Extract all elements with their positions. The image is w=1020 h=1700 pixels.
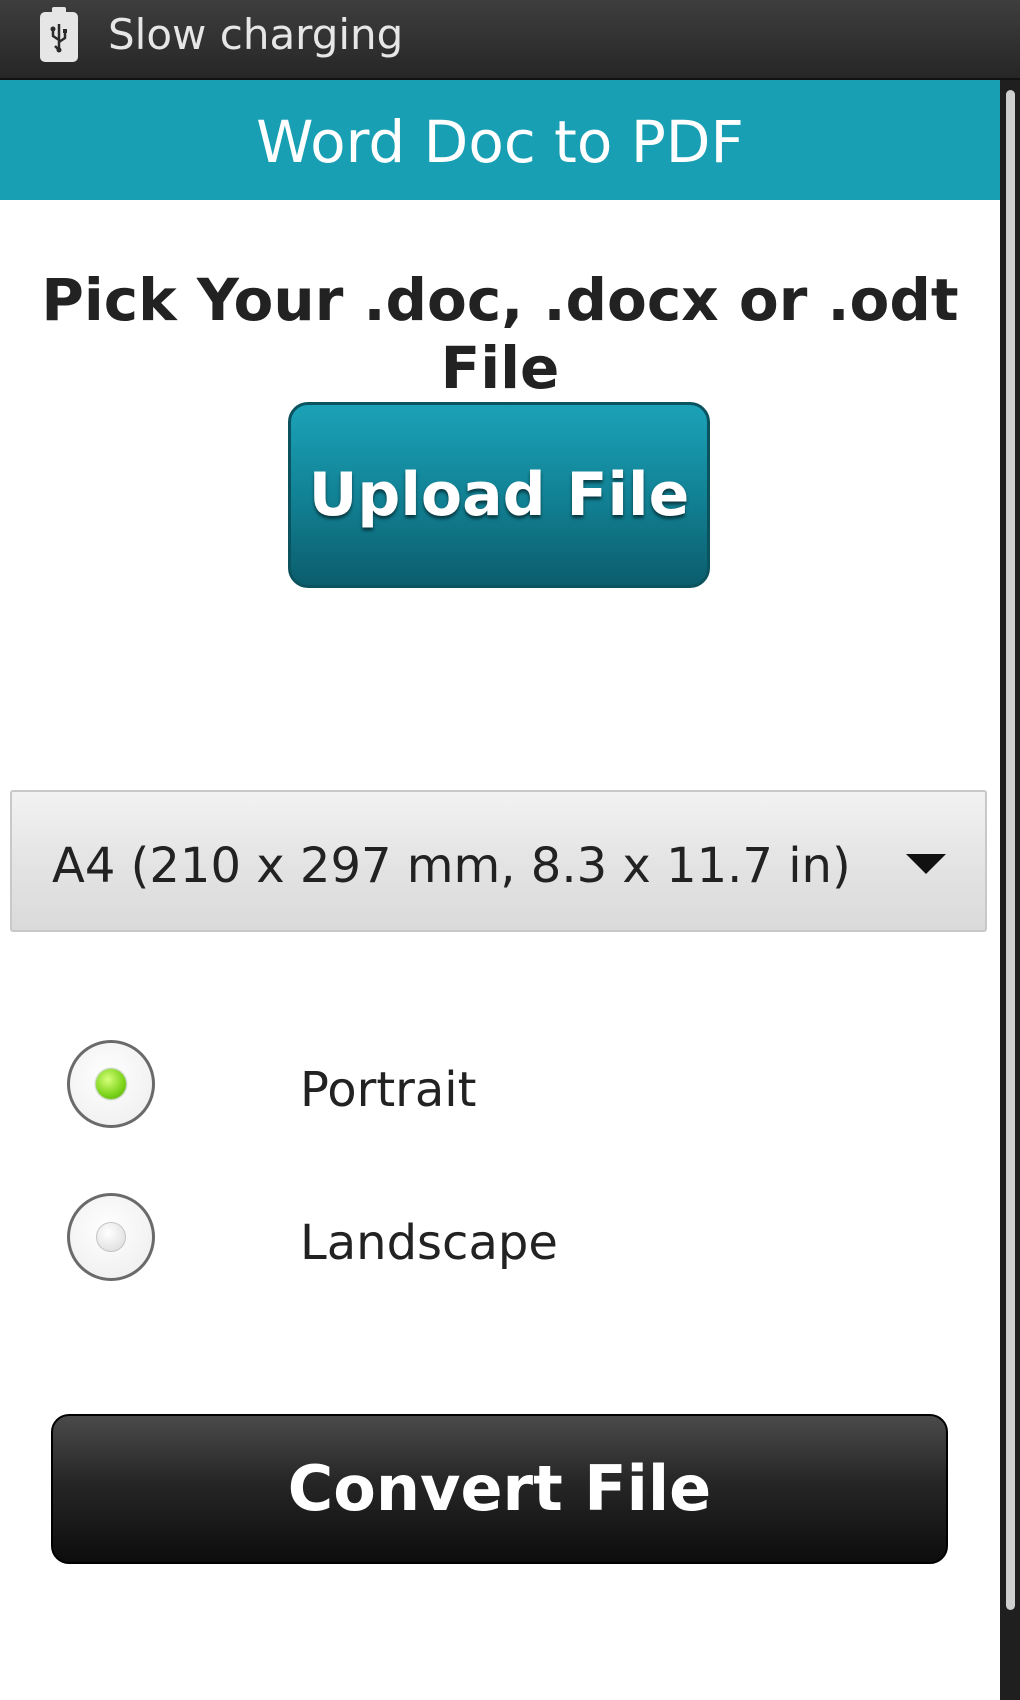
radio-unselected-dot (96, 1222, 126, 1252)
usb-charging-icon (40, 7, 78, 62)
dropdown-arrow-icon (906, 854, 946, 874)
portrait-radio-button[interactable] (67, 1040, 155, 1128)
landscape-label: Landscape (300, 1215, 558, 1271)
upload-file-button[interactable]: Upload File (288, 402, 710, 588)
orientation-option-landscape[interactable]: Landscape (0, 1183, 1000, 1293)
scrollbar-thumb[interactable] (1006, 90, 1015, 1610)
scrollbar[interactable] (1000, 80, 1020, 1700)
radio-selected-dot (96, 1069, 126, 1099)
landscape-radio-button[interactable] (67, 1193, 155, 1281)
orientation-option-portrait[interactable]: Portrait (0, 1030, 1000, 1140)
page-size-selected-value: A4 (210 x 297 mm, 8.3 x 11.7 in) (52, 838, 851, 894)
app-title: Word Doc to PDF (256, 108, 744, 176)
portrait-label: Portrait (300, 1062, 477, 1118)
action-bar: Word Doc to PDF (0, 80, 1000, 200)
convert-file-button[interactable]: Convert File (51, 1414, 948, 1564)
pick-file-heading: Pick Your .doc, .docx or .odt File (41, 266, 959, 402)
status-bar: Slow charging (0, 0, 1020, 80)
charging-status-text: Slow charging (108, 10, 404, 59)
page-size-dropdown[interactable]: A4 (210 x 297 mm, 8.3 x 11.7 in) (10, 790, 987, 932)
app-screen: Word Doc to PDF Pick Your .doc, .docx or… (0, 80, 1000, 1700)
